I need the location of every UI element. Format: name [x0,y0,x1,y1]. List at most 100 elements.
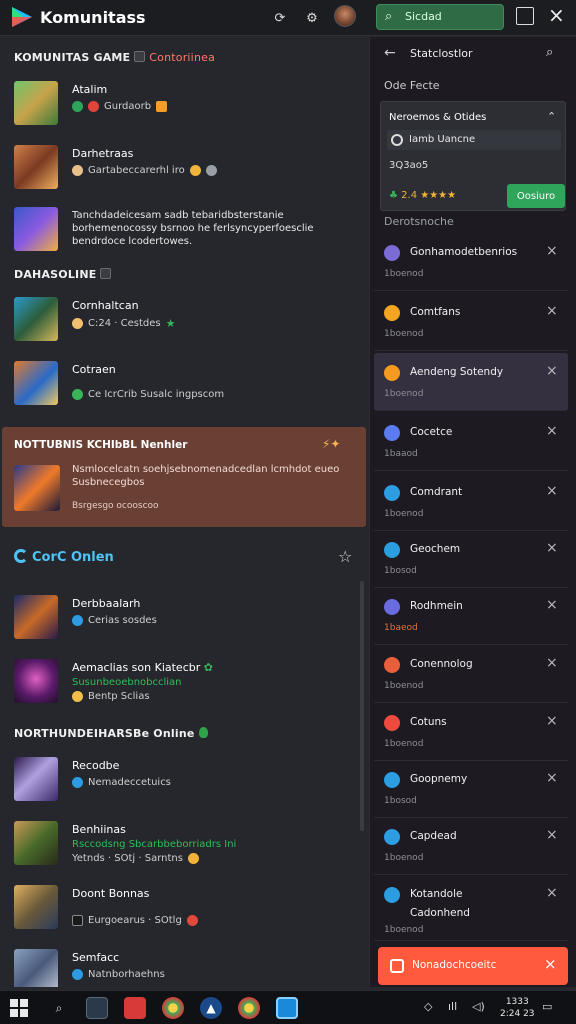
close-icon[interactable]: × [546,597,558,613]
toast[interactable]: Nonadochcoeitc × [378,947,568,985]
notification-title: Capdead [410,830,457,842]
notification-icon [384,715,400,731]
app-icon-active[interactable] [276,997,298,1019]
close-icon[interactable]: × [544,955,557,973]
list-item[interactable]: Doont Bonnas Eurgoearus · SOtlg [0,877,368,941]
green-drop-icon [198,727,208,738]
search-icon[interactable]: ⌕ [546,45,553,60]
list-item[interactable]: Darhetraas Gartabeccarerhl iro [0,137,368,201]
tag-icon [156,101,168,112]
search-icon[interactable]: ⌕ [48,997,70,1019]
chat-icon [14,549,28,563]
item-meta-text: C:24 · Cestdes [88,318,161,329]
item-meta-text: Gartabeccarerhl iro [88,165,185,176]
notification-icon [384,887,400,903]
left-panel: KOMUNITAS GAME Contoriinea Atalim Gurdaor… [0,37,368,987]
notification-item[interactable]: Kotandole Cadonhend 1boenod × [374,875,568,941]
list-item[interactable]: Atalim Gurdaorb [0,73,368,137]
close-icon[interactable]: × [546,423,558,439]
close-icon[interactable]: × [546,303,558,319]
notification-item[interactable]: Rodhmein 1baeod × [374,587,568,645]
notification-icon [384,542,400,558]
star-outline-icon[interactable]: ☆ [338,547,352,566]
notification-item[interactable]: Gonhamodetbenrios 1boenod × [374,233,568,291]
list-item[interactable]: Aemaclias son Kiatecbr ✿ Susunbeoebnobcc… [0,651,368,715]
volume-icon[interactable]: ◁) [472,1000,485,1013]
clock-time: 1333 [505,997,529,1007]
browser-icon[interactable] [238,997,260,1019]
logo-icon [12,7,32,27]
close-icon[interactable]: × [548,3,565,27]
notice-card: Neroemos & Otides ⌃ Iamb Uancne 3Q3ao5 ♣… [380,101,566,211]
notification-item[interactable]: Conennolog 1boenod × [374,645,568,703]
item-meta: Eurgoearus · SOtlg [72,915,198,926]
search-button[interactable]: ⌕ Sicdad [376,4,504,30]
signal-icon[interactable]: ıll [448,1000,457,1013]
list-item[interactable]: Semfacc Natnborhaehns [0,941,368,987]
list-item[interactable]: Derbbaalarh Cerias sosdes [0,587,368,651]
message-icon [390,959,404,973]
item-title: Atalim [72,83,108,96]
close-icon[interactable]: × [546,770,558,786]
close-icon[interactable]: × [546,885,558,901]
windows-start-icon[interactable] [10,999,28,1017]
app-icon-blue[interactable]: ▲ [200,997,222,1019]
right-panel: ← Statclostlor ⌕ Ode Fecte Neroemos & Ot… [369,37,576,987]
item-title: Cotraen [72,363,116,376]
notification-item[interactable]: Comtfans 1boenod × [374,293,568,351]
notification-title: Rodhmein [410,600,463,612]
close-icon[interactable]: × [546,713,558,729]
panel-subtitle: Ode Fecte [384,79,440,92]
scrollbar[interactable] [360,581,364,831]
close-icon[interactable]: × [546,363,558,379]
notification-item[interactable]: Cotuns 1boenod × [374,703,568,761]
coin-icon [72,691,83,702]
blue-badge-icon [72,777,83,788]
calendar-icon [72,915,83,926]
close-icon[interactable]: × [546,483,558,499]
notification-item[interactable]: Goopnemy 1bosod × [374,760,568,818]
featured-card[interactable]: NOTTUBNIS KCHIbBL Nenhler ⚡✦ Nsmlocelcat… [2,427,366,527]
close-icon[interactable]: × [546,827,558,843]
notification-item[interactable]: Capdead 1boenod × [374,817,568,875]
network-icon[interactable]: ◇ [424,1000,432,1013]
notification-item[interactable]: Aendeng Sotendy 1boenod × [374,353,568,411]
notification-time: 1boenod [384,925,424,935]
close-icon[interactable]: × [546,540,558,556]
search-icon: ⌕ [385,9,393,24]
close-icon[interactable]: × [546,243,558,259]
coin-icon [72,165,83,176]
notification-item[interactable]: Cocetce 1baaod × [374,413,568,471]
avatar[interactable] [334,5,356,27]
leaf-icon [72,389,83,400]
notice-field[interactable]: Iamb Uancne [387,130,561,150]
notification-time: 1baeod [384,623,418,633]
chevron-up-icon[interactable]: ⌃ [547,110,556,123]
notification-icon[interactable]: ▭ [542,1000,552,1013]
item-meta: Cerias sosdes [72,615,157,626]
panel-title: Statclostlor [410,47,473,60]
rating-text: 2.4 ★★★★ [401,190,457,201]
game-thumbnail [14,821,58,865]
list-item[interactable]: Tanchdadeicesam sadb tebaridbsterstanie … [0,201,368,265]
list-item[interactable]: Cotraen Ce IcrCrib Susalc ingpscom [0,353,368,417]
chrome-icon[interactable] [162,997,184,1019]
notification-item[interactable]: Geochem 1bosod × [374,530,568,588]
task-view-icon[interactable] [86,997,108,1019]
list-item[interactable]: Benhiinas Rsccodsng Sbcarbbeborriadrs In… [0,813,368,877]
list-item[interactable]: Cornhaltcan C:24 · Cestdes ★ [0,289,368,353]
notification-item[interactable]: Comdrant 1boenod × [374,473,568,531]
notice-title: Neroemos & Otides [389,112,487,123]
green-dot-icon [72,101,83,112]
refresh-icon[interactable]: ⟳ [270,8,290,28]
clock[interactable]: 1333 2:24 23 [500,996,535,1020]
app-icon-red[interactable] [124,997,146,1019]
grid-icon[interactable] [516,7,534,25]
close-icon[interactable]: × [546,655,558,671]
back-arrow-icon[interactable]: ← [384,45,396,61]
item-title: Doont Bonnas [72,887,150,900]
settings-icon[interactable]: ⚙ [302,8,322,28]
list-item[interactable]: Recodbe Nemadeccetuics [0,749,368,813]
section-label: Derotsnoche [384,215,454,228]
notice-button[interactable]: Oosiuro [507,184,565,208]
